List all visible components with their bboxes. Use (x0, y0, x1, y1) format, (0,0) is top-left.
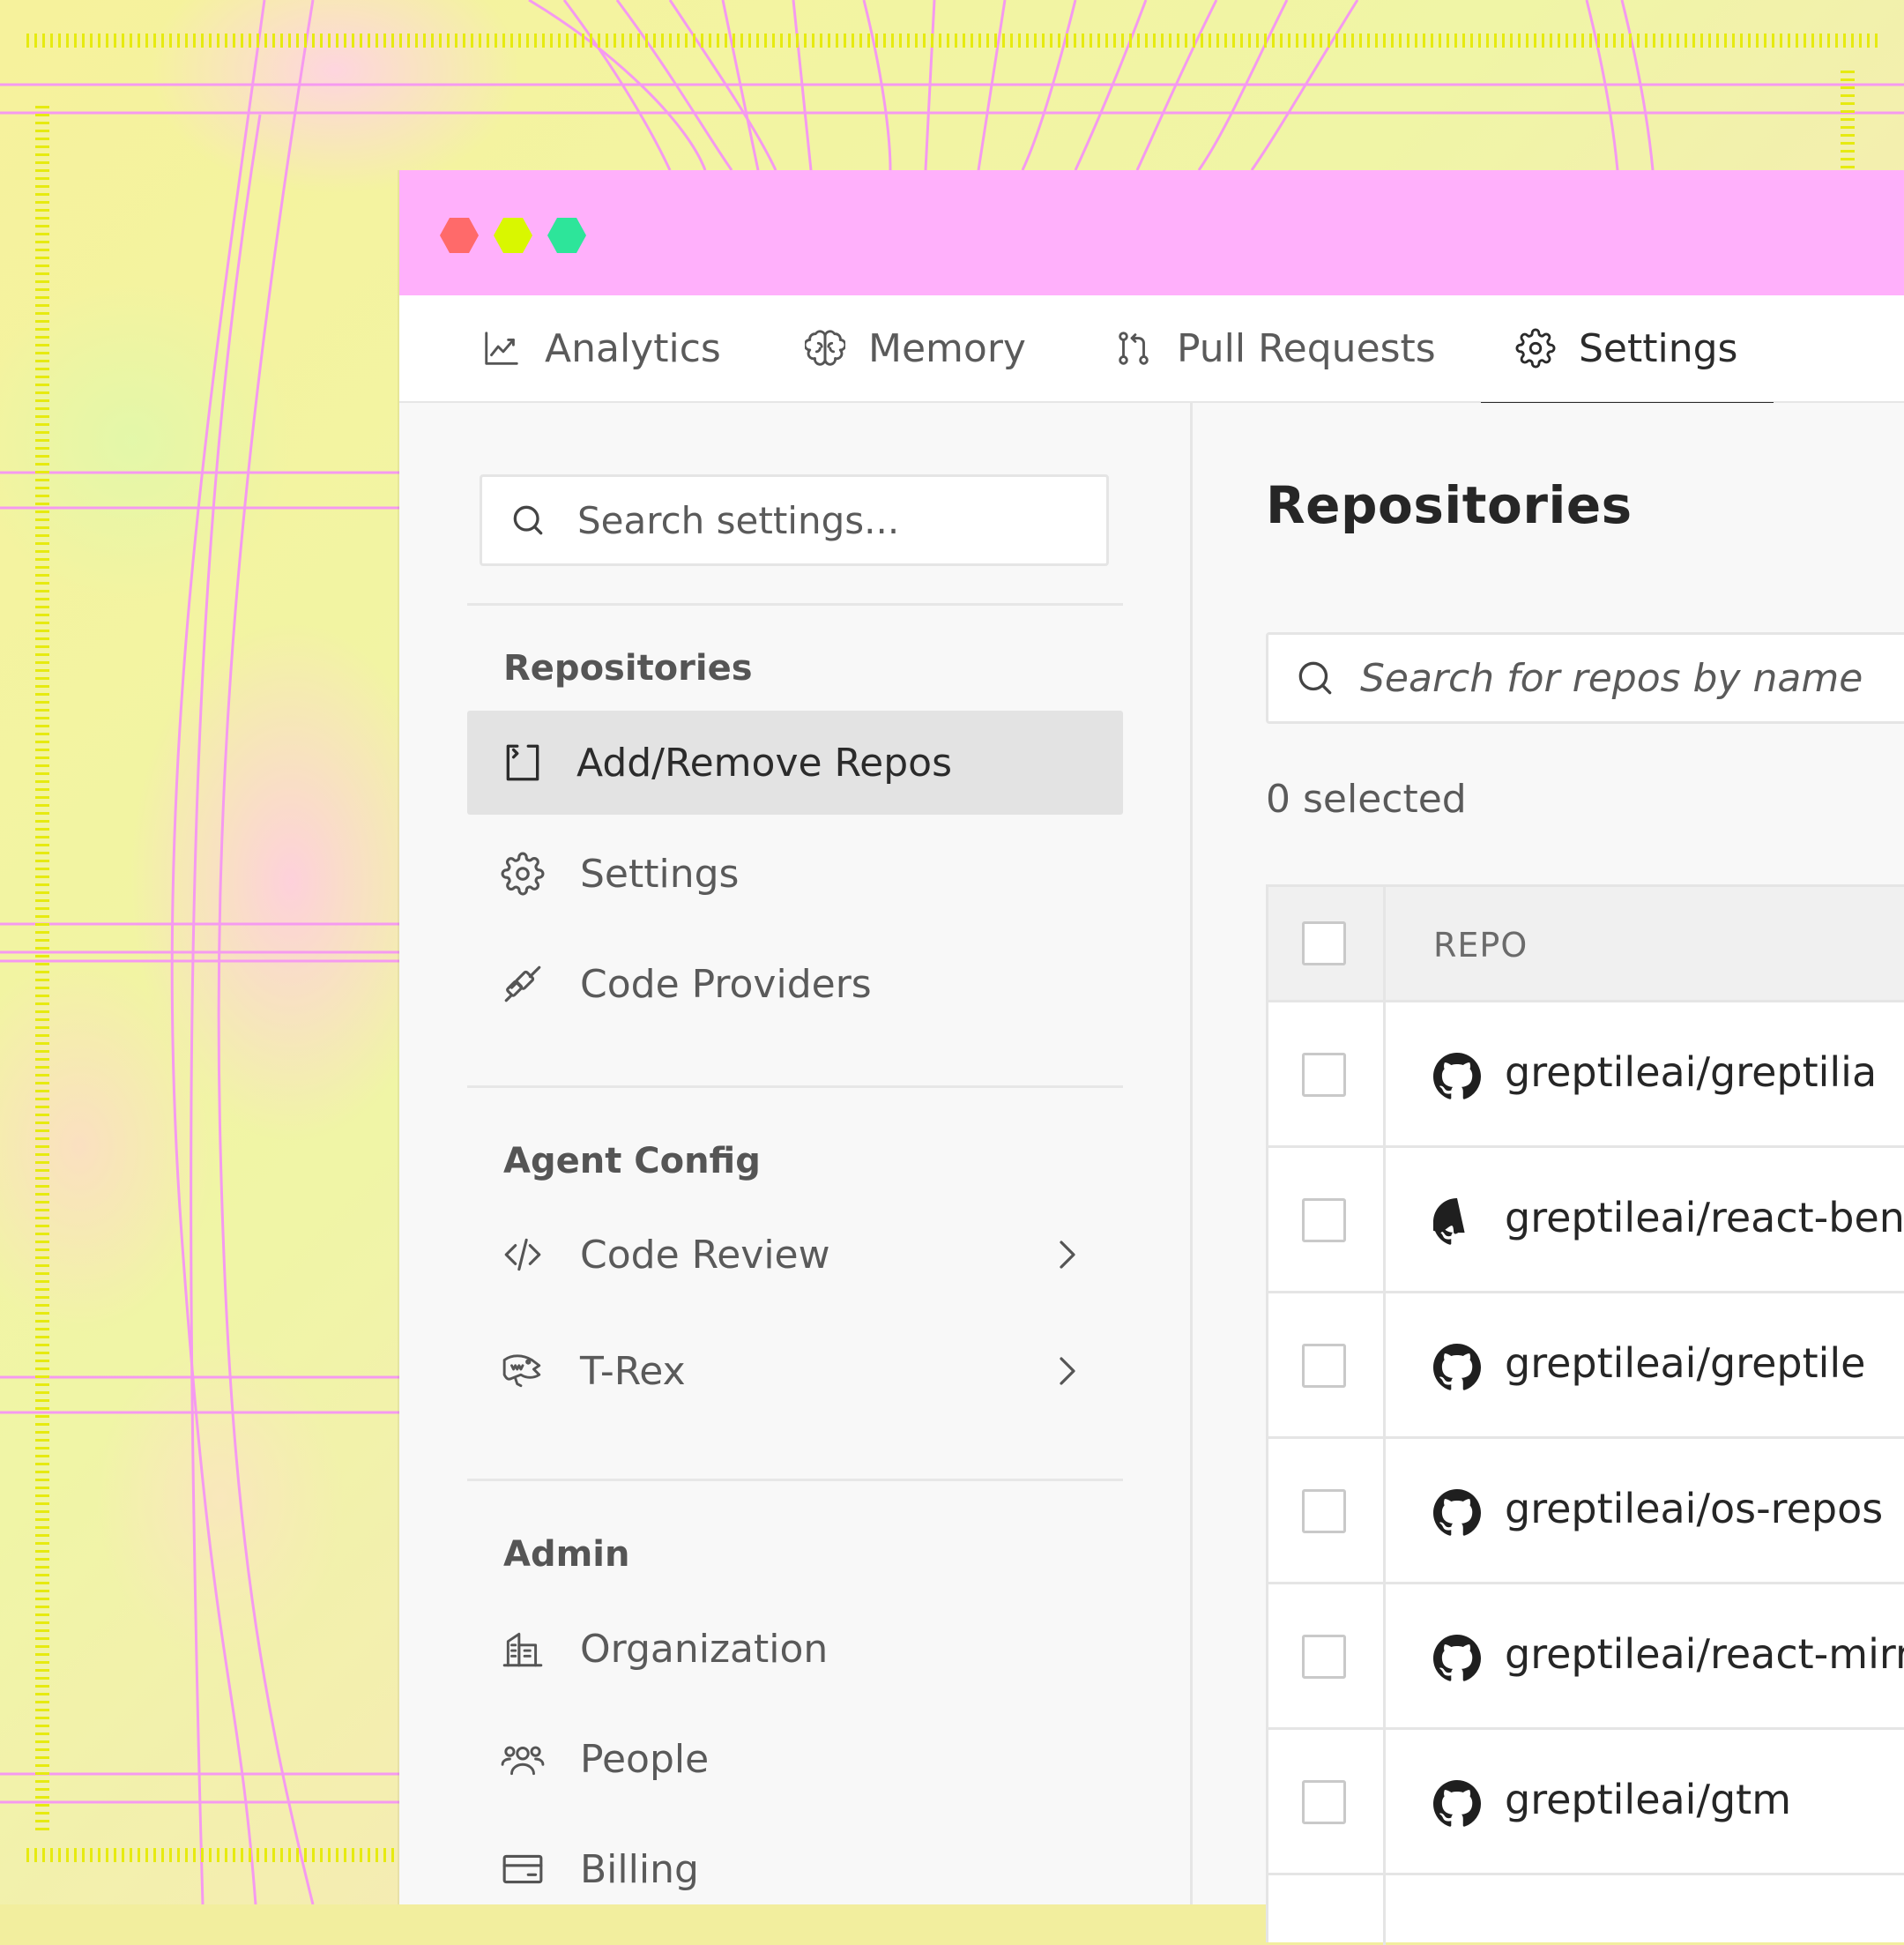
github-icon (1433, 1489, 1481, 1537)
divider (467, 1479, 1123, 1481)
sidebar-item-label: Add/Remove Repos (576, 740, 952, 786)
building-icon (501, 1627, 545, 1671)
settings-sidebar: Repositories Add/Remove Repos Settings C… (399, 403, 1193, 1904)
page-title: Repositories (1266, 475, 1633, 535)
table-row: greptileai/greptilia (1268, 1002, 1904, 1148)
tab-analytics[interactable]: Analytics (481, 295, 721, 401)
sidebar-item-label: People (580, 1736, 710, 1782)
maximize-window-button[interactable] (547, 216, 586, 255)
settings-search-input[interactable] (576, 497, 1073, 543)
dinosaur-icon (501, 1349, 545, 1393)
chevron-right-icon (1054, 1237, 1081, 1272)
people-icon (501, 1737, 545, 1781)
row-checkbox[interactable] (1302, 1344, 1346, 1388)
sidebar-item-label: T-Rex (580, 1348, 686, 1394)
tab-pull-requests[interactable]: Pull Requests (1113, 295, 1436, 401)
main-panel: Repositories 0 selected REPO greptilea (1193, 403, 1904, 1945)
tab-pull-requests-label: Pull Requests (1177, 325, 1436, 371)
sidebar-item-billing[interactable]: Billing (467, 1817, 1123, 1921)
divider (467, 1085, 1123, 1088)
repo-name[interactable]: greptileai/react-mirro (1505, 1630, 1904, 1678)
selected-count: 0 selected (1266, 777, 1467, 822)
row-checkbox[interactable] (1302, 1635, 1346, 1679)
plug-icon (501, 962, 545, 1006)
brain-icon (805, 328, 845, 369)
table-row: greptileai/greptile (1268, 1293, 1904, 1439)
app-window: Analytics Memory Pull Requests Settings (399, 170, 1904, 1945)
row-checkbox[interactable] (1302, 1198, 1346, 1242)
sidebar-item-label: Billing (580, 1846, 699, 1892)
repo-name[interactable]: greptileai/os-repos (1505, 1485, 1883, 1532)
sidebar-item-label: Organization (580, 1626, 829, 1672)
section-title-admin: Admin (503, 1534, 630, 1575)
gear-icon (1515, 328, 1556, 369)
tab-memory[interactable]: Memory (805, 295, 1026, 401)
github-icon (1433, 1780, 1481, 1828)
gear-icon (501, 852, 545, 896)
repo-name[interactable]: greptileai/gtm (1505, 1776, 1791, 1823)
row-checkbox[interactable] (1302, 1780, 1346, 1824)
row-checkbox[interactable] (1302, 1053, 1346, 1097)
divider (467, 603, 1123, 606)
search-icon (1293, 656, 1337, 700)
table-row: greptileai/react-mirro (1268, 1584, 1904, 1730)
section-title-agent-config: Agent Config (503, 1141, 761, 1181)
sidebar-item-label: Code Review (580, 1232, 830, 1278)
github-icon (1433, 1198, 1481, 1246)
minimize-window-button[interactable] (494, 216, 532, 255)
table-row: greptileai/gtm (1268, 1730, 1904, 1875)
code-icon (501, 1233, 545, 1277)
sidebar-item-organization[interactable]: Organization (467, 1597, 1123, 1701)
github-icon (1433, 1344, 1481, 1391)
credit-card-icon (501, 1847, 545, 1891)
tab-settings[interactable]: Settings (1515, 295, 1737, 401)
table-row: greptileai/react-benc (1268, 1148, 1904, 1293)
chart-line-icon (481, 328, 522, 369)
git-pull-request-icon (1113, 328, 1154, 369)
repo-name[interactable]: greptileai/greptilia (1505, 1048, 1877, 1096)
repo-bracket-icon (501, 741, 545, 785)
tab-bar: Analytics Memory Pull Requests Settings (399, 295, 1904, 403)
sidebar-item-t-rex[interactable]: T-Rex (467, 1319, 1123, 1423)
repo-search (1266, 632, 1904, 724)
select-all-checkbox[interactable] (1302, 921, 1346, 965)
column-divider (1383, 887, 1386, 1945)
repo-search-input[interactable] (1358, 654, 1904, 702)
title-bar (399, 170, 1904, 295)
table-row: greptileai/os-repos (1268, 1439, 1904, 1584)
close-window-button[interactable] (440, 216, 479, 255)
chevron-right-icon (1054, 1353, 1081, 1389)
tab-memory-label: Memory (868, 325, 1026, 371)
tab-analytics-label: Analytics (545, 325, 721, 371)
row-checkbox[interactable] (1302, 1489, 1346, 1533)
sidebar-item-add-remove-repos[interactable]: Add/Remove Repos (467, 711, 1123, 815)
github-icon (1433, 1053, 1481, 1100)
repo-name[interactable]: greptileai/greptile (1505, 1339, 1865, 1387)
tab-settings-label: Settings (1579, 325, 1738, 371)
sidebar-item-code-review[interactable]: Code Review (467, 1203, 1123, 1307)
github-icon (1433, 1635, 1481, 1682)
sidebar-item-settings[interactable]: Settings (467, 822, 1123, 926)
column-header-repo: REPO (1433, 926, 1528, 965)
sidebar-item-label: Settings (580, 851, 740, 897)
sidebar-item-people[interactable]: People (467, 1707, 1123, 1811)
sidebar-item-code-providers[interactable]: Code Providers (467, 932, 1123, 1036)
repo-table: REPO greptileai/greptilia greptileai/rea… (1266, 884, 1904, 1945)
settings-search (480, 474, 1109, 566)
search-icon (509, 501, 547, 540)
section-title-repositories: Repositories (503, 648, 753, 689)
repo-name[interactable]: greptileai/react-benc (1505, 1194, 1904, 1241)
sidebar-item-label: Code Providers (580, 961, 872, 1007)
table-header: REPO (1268, 887, 1904, 1002)
